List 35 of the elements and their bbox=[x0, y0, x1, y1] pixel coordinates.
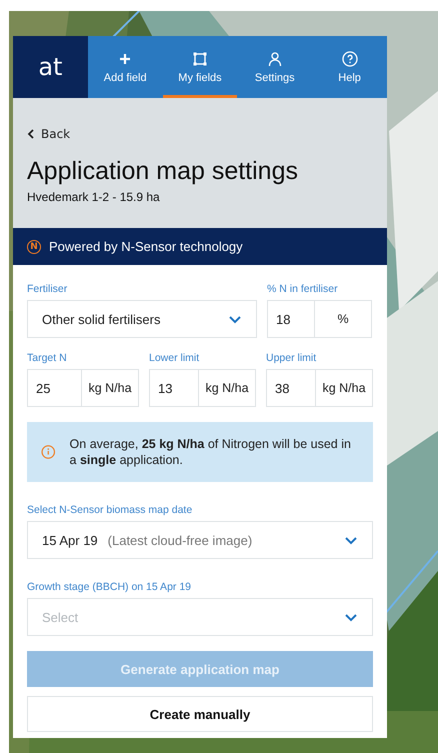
input-field[interactable]: 25 bbox=[27, 369, 82, 407]
person-icon bbox=[266, 51, 283, 67]
nav-tab[interactable]: Help bbox=[312, 36, 387, 98]
fertiliser-dropdown[interactable]: Other solid fertilisers bbox=[27, 300, 257, 338]
field-label: Lower limit bbox=[149, 352, 200, 364]
field-subtitle: Hvedemark 1-2 - 15.9 ha bbox=[27, 190, 161, 204]
info-icon bbox=[41, 442, 56, 462]
unit-label: kg N/ha bbox=[199, 369, 256, 407]
logo: at bbox=[13, 36, 88, 98]
unit-label: kg N/ha bbox=[316, 369, 373, 407]
unit-label: kg N/ha bbox=[82, 369, 139, 407]
back-link[interactable]: Back bbox=[27, 127, 70, 141]
date-dropdown[interactable]: 15 Apr 19 (Latest cloud-free image) bbox=[27, 521, 373, 559]
unit-label: % bbox=[315, 300, 372, 338]
n-badge-icon: N bbox=[27, 240, 41, 254]
date-value: 15 Apr 19 bbox=[42, 532, 98, 548]
field-label: Select N-Sensor biomass map date bbox=[27, 504, 194, 516]
date-note: (Latest cloud-free image) bbox=[108, 532, 252, 548]
field-label: Fertiliser bbox=[27, 283, 68, 295]
info-text: On average, 25 kg N/ha of Nitrogen will be used in a single application. bbox=[70, 436, 352, 468]
input-field[interactable]: 38 bbox=[266, 369, 316, 407]
create-button[interactable]: Create manually bbox=[27, 696, 373, 732]
field-label: Upper limit bbox=[266, 352, 318, 364]
nav-tab[interactable]: Settings bbox=[237, 36, 312, 98]
field-label: Growth stage (BBCH) on 15 Apr 19 bbox=[27, 581, 192, 593]
chevron-left-icon bbox=[27, 129, 35, 139]
nav-tab[interactable]: Add field bbox=[88, 36, 163, 98]
page-title: Application map settings bbox=[27, 157, 299, 186]
field-label: % N in fertiliser bbox=[267, 283, 339, 295]
input-field[interactable]: 18 bbox=[267, 300, 315, 338]
banner-text: Powered by N-Sensor technology bbox=[49, 239, 243, 254]
square-icon bbox=[192, 51, 208, 67]
help-icon bbox=[342, 51, 358, 67]
input-field[interactable]: 13 bbox=[149, 369, 199, 407]
field-label: Target N bbox=[27, 352, 68, 364]
